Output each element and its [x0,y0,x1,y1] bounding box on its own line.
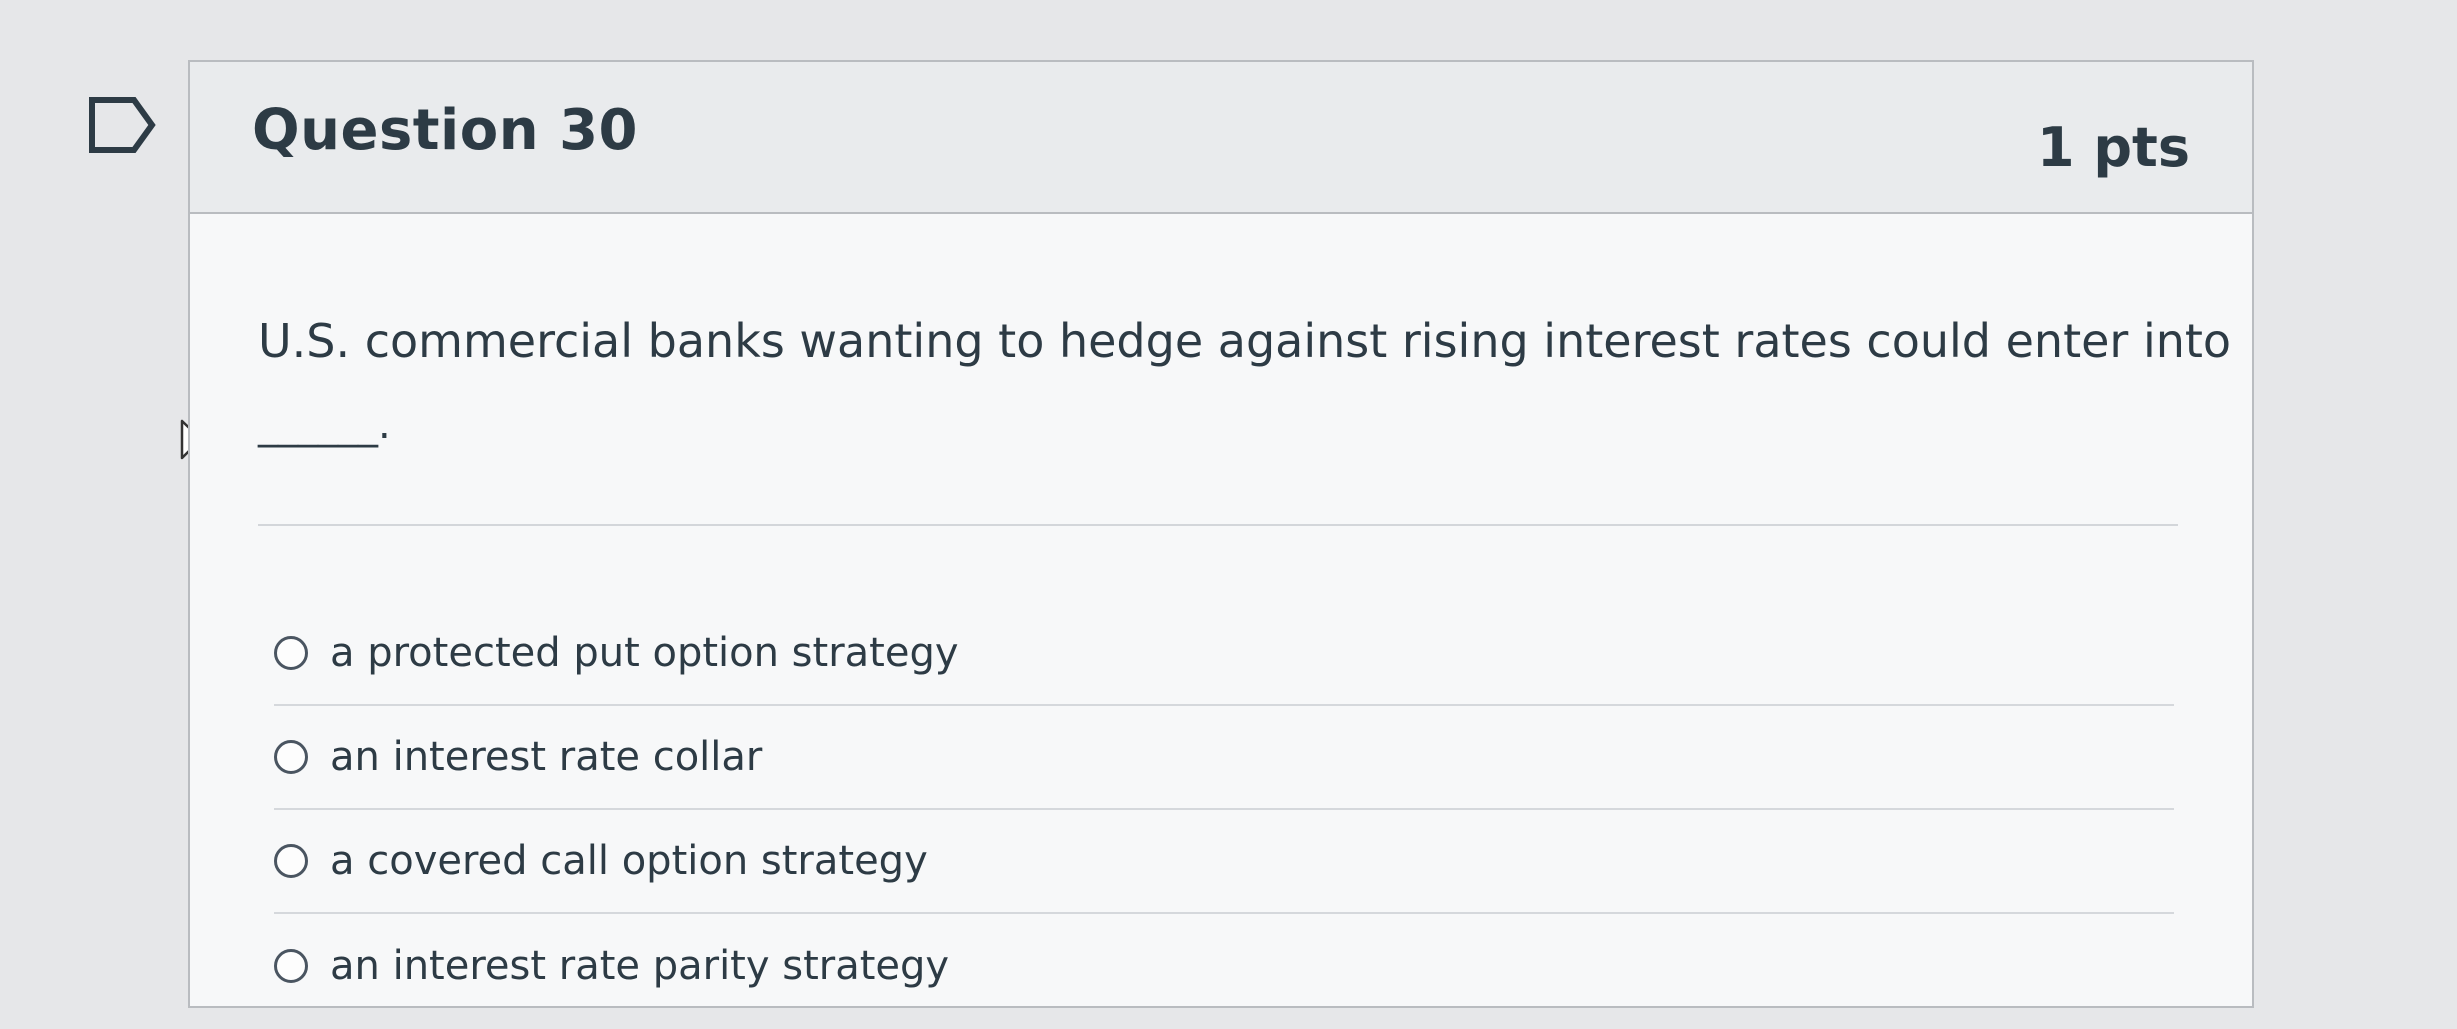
answer-label[interactable]: an interest rate collar [330,734,762,780]
question-blank: ______. [258,402,391,448]
radio-button[interactable] [274,636,308,670]
radio-button[interactable] [274,949,308,983]
answer-option-3[interactable]: a covered call option strategy [274,810,2174,914]
answer-option-2[interactable]: an interest rate collar [274,706,2174,810]
question-points: 1 pts [2037,116,2190,179]
question-header: Question 30 1 pts [190,62,2252,214]
answer-label[interactable]: a covered call option strategy [330,838,928,884]
answer-option-1[interactable]: a protected put option strategy [274,602,2174,706]
radio-button[interactable] [274,740,308,774]
answer-label[interactable]: an interest rate parity strategy [330,943,949,989]
flag-question-icon[interactable] [88,96,158,154]
answer-label[interactable]: a protected put option strategy [330,630,959,676]
question-card: Question 30 1 pts U.S. commercial banks … [188,60,2254,1008]
answer-list: a protected put option strategy an inter… [274,602,2174,1018]
question-title: Question 30 [252,98,639,163]
answers-divider [258,524,2178,526]
question-text: U.S. commercial banks wanting to hedge a… [258,314,2232,368]
radio-button[interactable] [274,844,308,878]
answer-option-4[interactable]: an interest rate parity strategy [274,914,2174,1018]
